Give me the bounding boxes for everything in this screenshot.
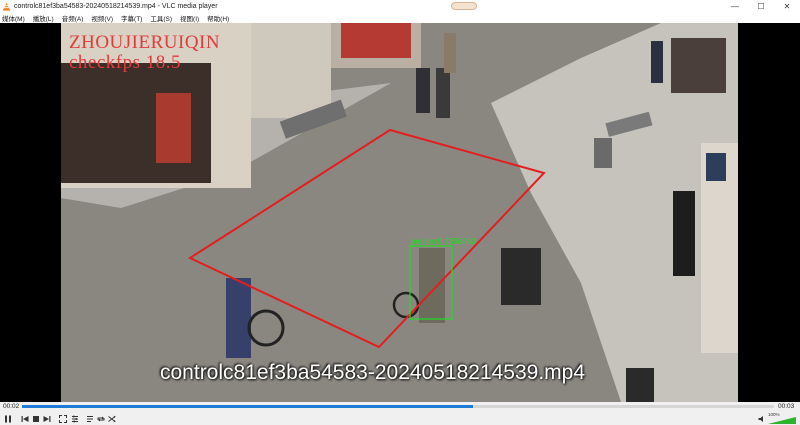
video-display[interactable]: person:0.7356460 ZHOUJIERUIQIN checkfps … [0, 23, 800, 402]
watermark-name: ZHOUJIERUIQIN [69, 32, 221, 53]
skip-forward-icon [43, 415, 50, 422]
loop-icon [97, 416, 104, 421]
equalizer-icon [71, 415, 78, 422]
volume-slider[interactable] [768, 417, 796, 424]
menu-view[interactable]: 视图(I) [180, 13, 199, 23]
stop-icon [32, 415, 39, 422]
menu-help[interactable]: 帮助(H) [207, 13, 229, 23]
loop-button[interactable] [96, 414, 105, 423]
menu-tools[interactable]: 工具(S) [150, 13, 172, 23]
control-bar: 100% [0, 412, 800, 425]
menu-playback[interactable]: 播放(L) [33, 13, 54, 23]
minimize-button[interactable]: — [722, 0, 748, 12]
menu-subtitle[interactable]: 字幕(T) [121, 13, 142, 23]
street-scene [61, 23, 738, 402]
fullscreen-icon [58, 414, 67, 423]
skip-back-icon [21, 415, 28, 422]
watermark-overlay: ZHOUJIERUIQIN checkfps 18.5 [69, 33, 220, 73]
vlc-cone-icon [2, 1, 11, 11]
maximize-button[interactable]: ☐ [748, 0, 774, 12]
window-title: controlc81ef3ba54583-20240518214539.mp4 … [14, 2, 218, 10]
seek-row: 00:02 00:03 [0, 402, 800, 412]
seek-bar[interactable] [22, 405, 774, 408]
next-button[interactable] [42, 414, 51, 423]
menu-video[interactable]: 视频(V) [91, 13, 113, 23]
filename-osd: controlc81ef3ba54583-20240518214539.mp4 [160, 361, 586, 384]
extended-settings-button[interactable] [70, 414, 79, 423]
previous-button[interactable] [20, 414, 29, 423]
seek-bar-progress [22, 405, 474, 408]
pause-icon [4, 415, 11, 422]
playlist-icon [86, 415, 93, 422]
close-button[interactable]: ✕ [774, 0, 800, 12]
playlist-button[interactable] [85, 414, 94, 423]
mute-button[interactable] [757, 414, 766, 423]
pause-button[interactable] [3, 414, 12, 423]
speaker-icon [758, 415, 763, 422]
elapsed-time: 00:02 [3, 403, 20, 410]
shuffle-button[interactable] [107, 414, 116, 423]
stop-button[interactable] [31, 414, 40, 423]
title-progress-indicator [451, 2, 477, 10]
menu-media[interactable]: 媒体(M) [2, 13, 25, 23]
title-bar: controlc81ef3ba54583-20240518214539.mp4 … [0, 0, 800, 12]
fullscreen-button[interactable] [58, 414, 67, 423]
menu-audio[interactable]: 音频(A) [62, 13, 84, 23]
menu-bar: 媒体(M) 播放(L) 音频(A) 视频(V) 字幕(T) 工具(S) 视图(I… [0, 12, 800, 23]
watermark-fps: checkfps 18.5 [69, 52, 182, 73]
detection-label: person:0.7356460 [411, 237, 476, 246]
total-time: 00:03 [778, 403, 795, 410]
shuffle-icon [107, 415, 115, 422]
video-frame: person:0.7356460 ZHOUJIERUIQIN checkfps … [61, 23, 738, 402]
